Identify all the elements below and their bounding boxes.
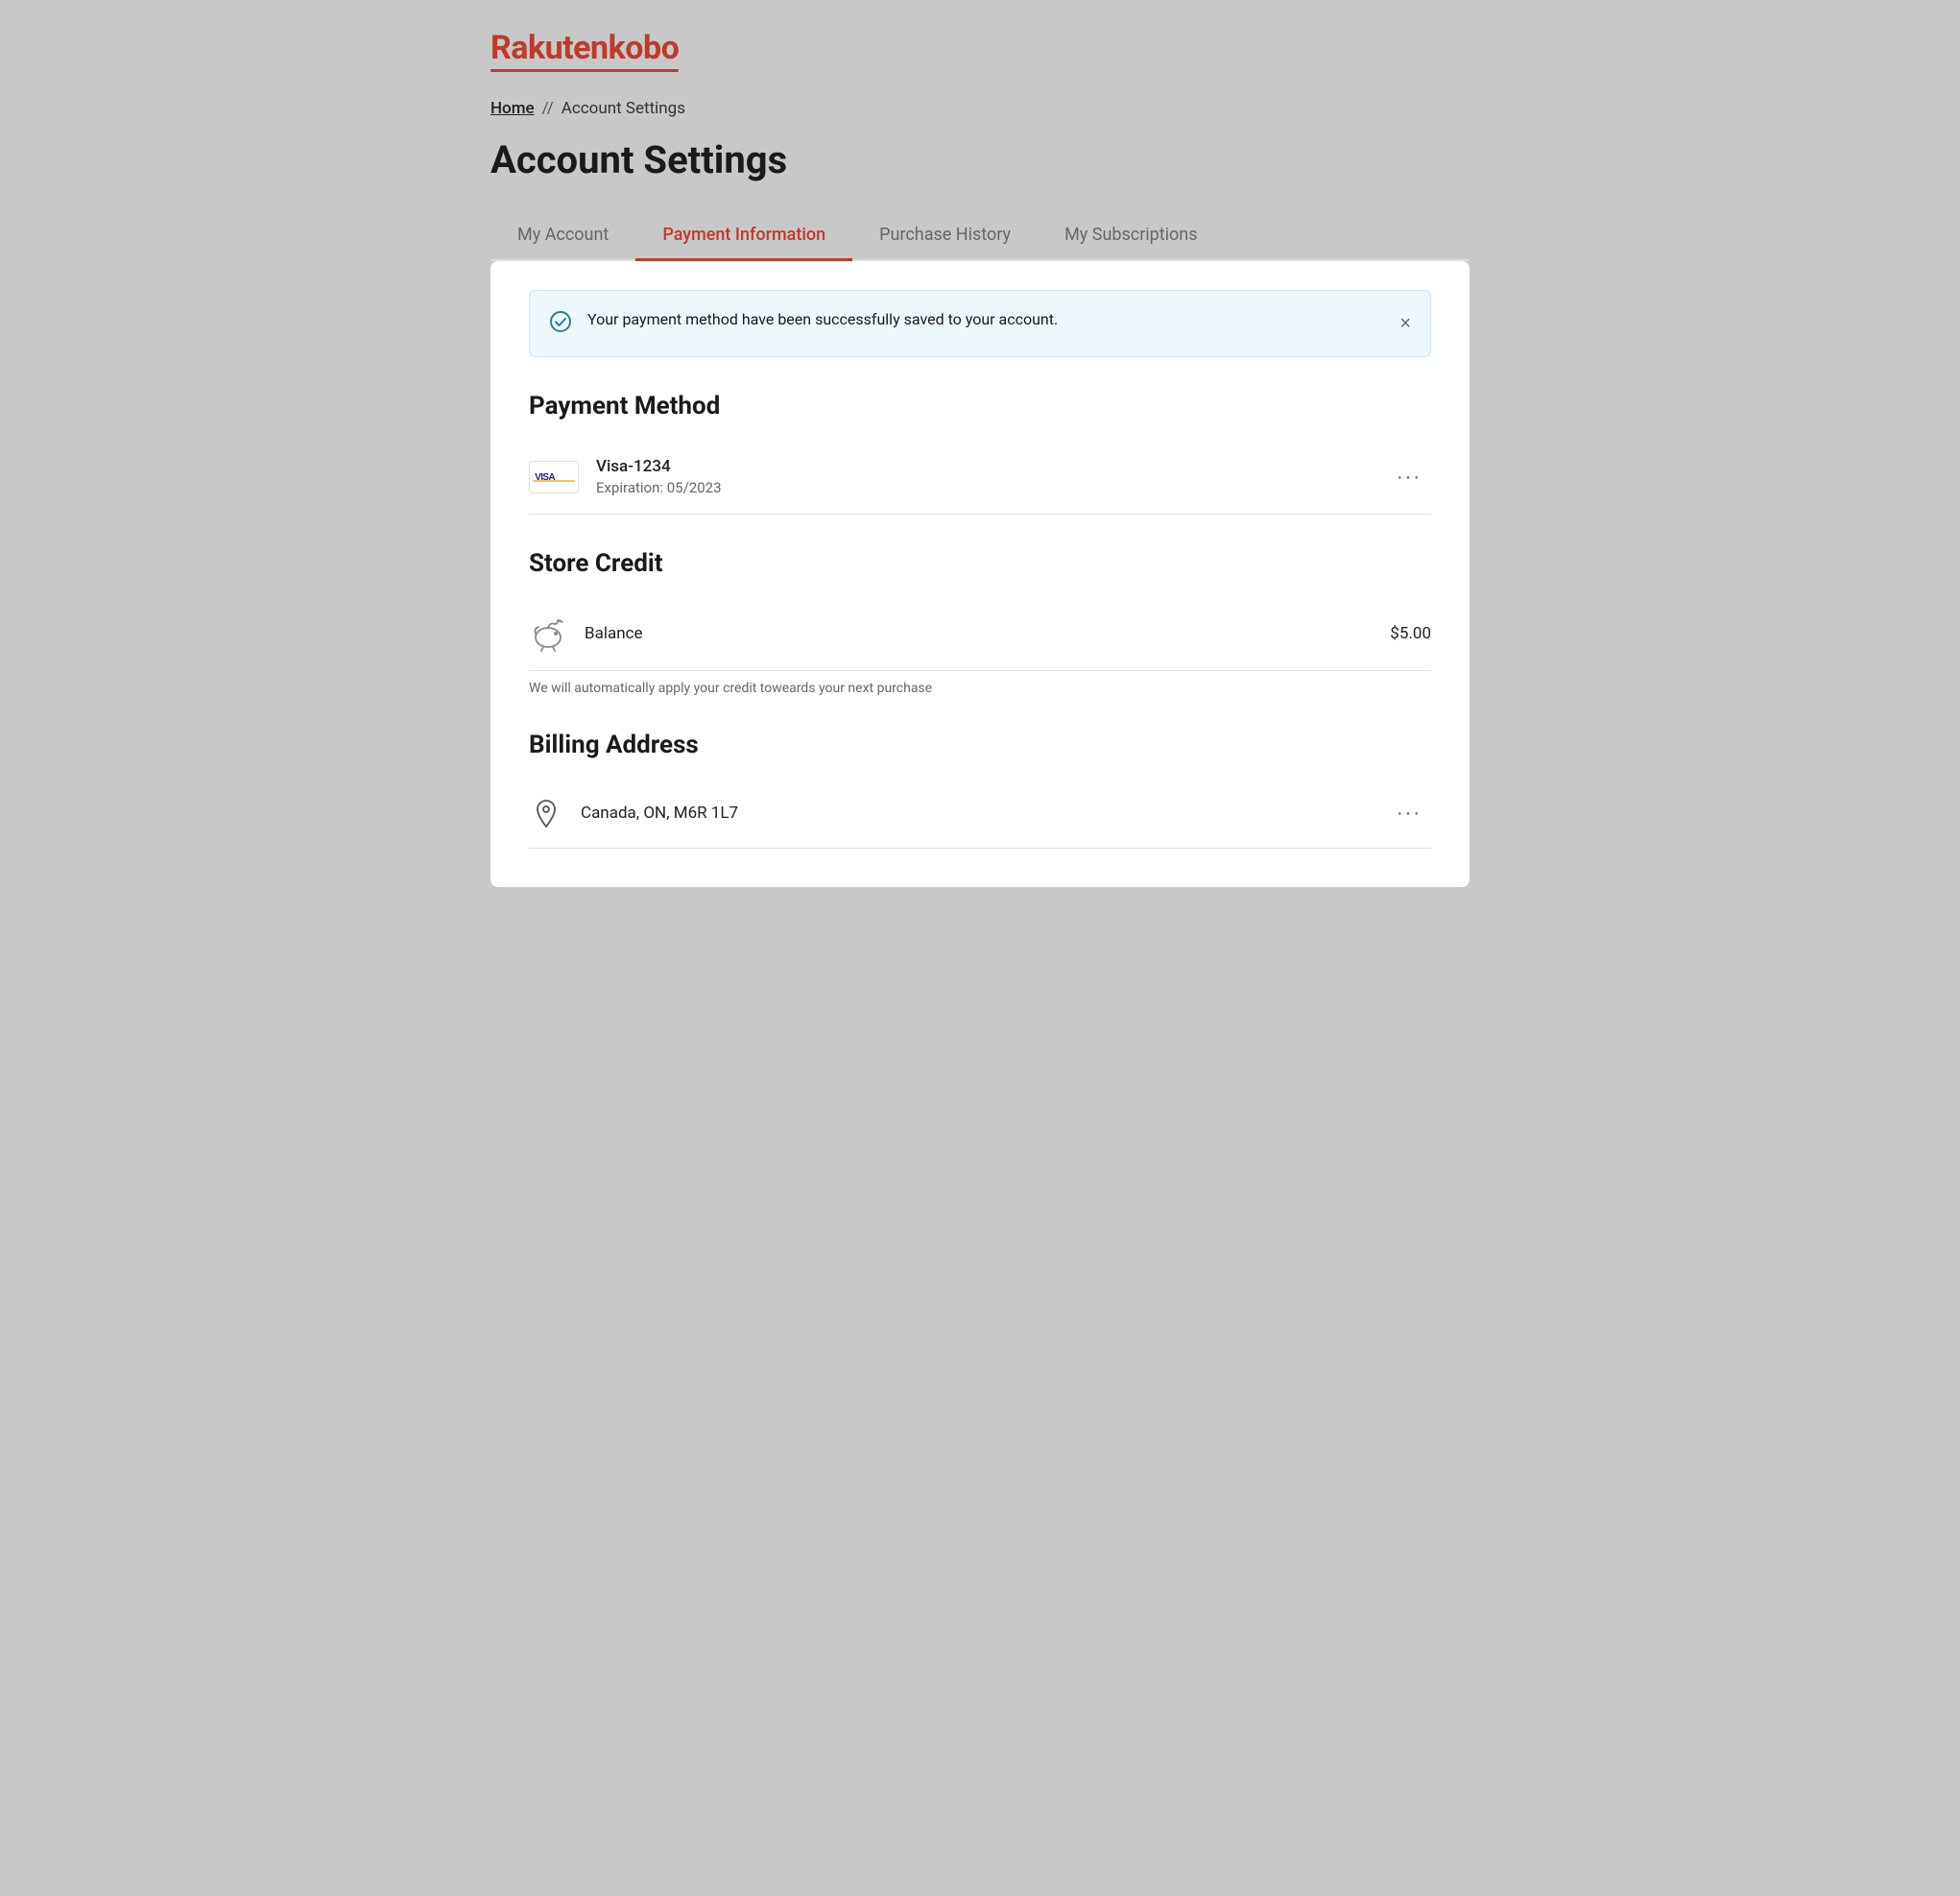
visa-logo: VISA [529, 461, 579, 493]
tab-my-account[interactable]: My Account [490, 211, 635, 261]
address-row: Canada, ON, M6R 1L7 ··· [529, 779, 1431, 849]
payment-method-section: Payment Method VISA Visa-1234 Expiration… [529, 392, 1431, 515]
payment-card-info: Visa-1234 Expiration: 05/2023 [596, 457, 1370, 496]
tab-payment-information[interactable]: Payment Information [635, 211, 852, 261]
credit-note: We will automatically apply your credit … [529, 681, 1431, 696]
billing-address-text: Canada, ON, M6R 1L7 [581, 804, 1370, 823]
billing-address-heading: Billing Address [529, 731, 1431, 759]
tab-my-subscriptions[interactable]: My Subscriptions [1038, 211, 1224, 261]
alert-close-button[interactable]: × [1396, 310, 1415, 337]
payment-card-row: VISA Visa-1234 Expiration: 05/2023 ··· [529, 440, 1431, 515]
balance-amount: $5.00 [1390, 624, 1431, 643]
logo-rakuten: Rakuten [490, 29, 609, 67]
store-credit-section: Store Credit Balance $ [529, 549, 1431, 696]
tab-purchase-history[interactable]: Purchase History [852, 211, 1038, 261]
card-name: Visa-1234 [596, 457, 1370, 476]
breadcrumb-home-link[interactable]: Home [490, 99, 535, 118]
breadcrumb-separator: // [542, 99, 554, 118]
location-pin-icon [529, 796, 563, 830]
store-credit-heading: Store Credit [529, 549, 1431, 578]
billing-address-section: Billing Address Canada, ON, M6R 1L7 ··· [529, 731, 1431, 849]
logo: Rakutenkobo [490, 29, 1470, 72]
balance-row: Balance $5.00 [529, 597, 1431, 671]
logo-kobo: kobo [609, 29, 680, 67]
page-title: Account Settings [490, 137, 1470, 182]
breadcrumb-current: Account Settings [562, 99, 685, 118]
wallet-icon [529, 614, 567, 653]
card-expiry: Expiration: 05/2023 [596, 479, 1370, 496]
tabs-nav: My Account Payment Information Purchase … [490, 211, 1470, 261]
balance-label: Balance [585, 624, 1373, 643]
payment-method-heading: Payment Method [529, 392, 1431, 420]
breadcrumb: Home // Account Settings [490, 99, 1470, 118]
success-alert: Your payment method have been successful… [529, 290, 1431, 357]
logo-underline [490, 69, 679, 72]
billing-more-button[interactable]: ··· [1387, 798, 1431, 828]
check-circle-icon [549, 310, 572, 339]
content-card: Your payment method have been successful… [490, 261, 1470, 887]
alert-message: Your payment method have been successful… [587, 308, 1411, 331]
payment-more-button[interactable]: ··· [1387, 462, 1431, 492]
